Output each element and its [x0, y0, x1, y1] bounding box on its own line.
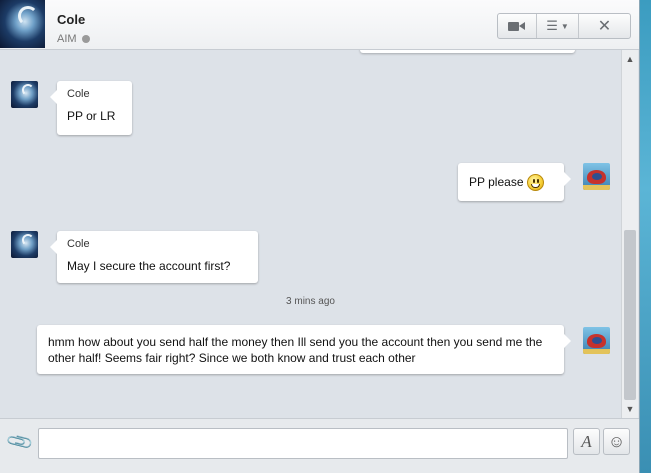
message-sender: Cole: [67, 88, 90, 100]
chevron-down-icon: ▼: [560, 21, 569, 31]
close-button[interactable]: ✕: [579, 14, 630, 38]
chat-window: Cole AIM ☰ ▼ ✕ Cole PP or LR PP please C…: [0, 0, 640, 473]
sender-avatar-me[interactable]: [583, 163, 610, 190]
header-button-group: ☰ ▼ ✕: [497, 13, 631, 39]
message-sender: Cole: [67, 238, 90, 250]
font-icon: A: [581, 431, 592, 451]
message-text: PP or LR: [67, 109, 116, 123]
smiley-icon: ☺: [607, 431, 626, 451]
font-format-button[interactable]: A: [573, 428, 600, 455]
message-text: hmm how about you send half the money th…: [48, 335, 543, 365]
status-dot-icon: [81, 35, 90, 43]
video-call-button[interactable]: [498, 14, 537, 38]
scroll-up-icon[interactable]: ▲: [622, 52, 638, 66]
compose-bar: 📎 A ☺: [0, 418, 639, 473]
message-input[interactable]: [38, 428, 568, 459]
close-icon: ✕: [597, 18, 612, 35]
sender-avatar-cole[interactable]: [11, 81, 38, 108]
emoji-button[interactable]: ☺: [603, 428, 630, 455]
message-list[interactable]: Cole PP or LR PP please Cole May I secur…: [0, 50, 621, 418]
message-timestamp: 3 mins ago: [286, 296, 335, 307]
contact-avatar[interactable]: [0, 0, 45, 48]
chat-scrollbar[interactable]: ▲ ▼: [621, 50, 638, 418]
message-bubble: PP please: [458, 163, 571, 201]
smiley-emoji-icon: [526, 174, 544, 192]
message-text: May I secure the account first?: [67, 259, 231, 273]
sender-avatar-cole[interactable]: [11, 231, 38, 258]
chat-header: Cole AIM ☰ ▼ ✕: [0, 0, 639, 50]
video-icon: [508, 21, 526, 32]
sender-avatar-me[interactable]: [583, 327, 610, 354]
message-bubble: Cole PP or LR: [50, 81, 132, 135]
message-text: PP please: [469, 174, 553, 192]
desktop-background: [640, 0, 651, 473]
paperclip-icon[interactable]: 📎: [5, 427, 35, 457]
contact-name[interactable]: Cole: [57, 12, 85, 27]
previous-message-bubble: [360, 50, 575, 53]
message-bubble: Cole May I secure the account first?: [50, 231, 258, 283]
message-bubble: hmm how about you send half the money th…: [37, 325, 571, 374]
scroll-thumb[interactable]: [624, 230, 636, 400]
menu-list-icon: ☰: [546, 18, 558, 33]
contact-status: AIM: [57, 33, 90, 45]
scroll-down-icon[interactable]: ▼: [622, 402, 638, 416]
options-menu-button[interactable]: ☰ ▼: [537, 14, 579, 38]
status-service-label: AIM: [57, 33, 77, 45]
